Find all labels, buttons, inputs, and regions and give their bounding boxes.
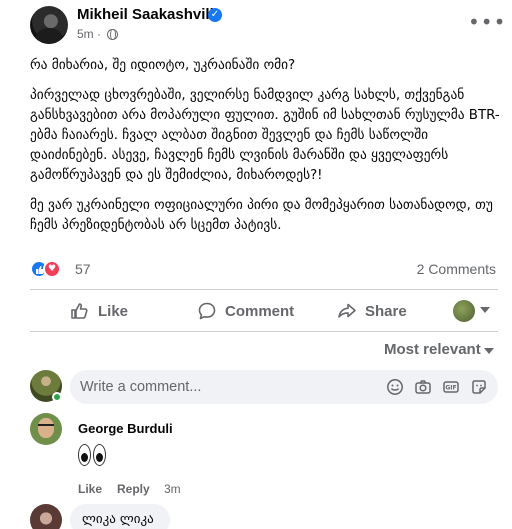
gif-icon[interactable]: GIF [442, 378, 460, 396]
post-paragraph: პირველად ცხოვრებაში, ველირსე ნამდვილ კარ… [30, 88, 500, 183]
avatar-face [38, 418, 54, 438]
comment-label: Comment [225, 302, 295, 320]
online-status-dot [52, 392, 62, 402]
comment-like-link[interactable]: Like [78, 482, 102, 496]
reaction-count[interactable]: 57 [75, 261, 91, 277]
reactions-bar: ♥ 57 2 Comments [30, 259, 500, 279]
comment-icon [198, 302, 216, 320]
more-options-icon[interactable]: ••• [468, 10, 506, 34]
svg-text:GIF: GIF [445, 385, 456, 392]
like-button[interactable]: Like [70, 293, 128, 329]
eye-emoji-icon [78, 444, 91, 466]
author-avatar[interactable] [30, 6, 68, 44]
post-text: რა მიხარია, შე იდიოტო, უკრაინაში ომი? პი… [30, 56, 500, 246]
share-button[interactable]: Share [337, 293, 407, 329]
commenter-avatar[interactable] [30, 504, 62, 529]
divider [30, 331, 498, 332]
verified-icon: ✓ [208, 8, 222, 22]
share-audience-avatar[interactable] [453, 300, 475, 322]
post-action-bar: Like Comment Share [30, 293, 498, 329]
comment-text: ლიკა ლიკა [82, 512, 154, 527]
comment-author[interactable]: George Burduli [78, 421, 173, 436]
globe-icon [107, 29, 118, 40]
avatar-glasses [38, 424, 54, 428]
sticker-icon[interactable] [470, 378, 488, 396]
share-icon [338, 303, 356, 318]
comment-content [78, 444, 108, 472]
comment-button[interactable]: Comment [197, 293, 294, 329]
chevron-down-icon[interactable] [480, 307, 490, 313]
chevron-down-icon[interactable] [484, 348, 494, 354]
emoji-icon[interactable] [386, 378, 404, 396]
post-paragraph: რა მიხარია, შე იდიოტო, უკრაინაში ომი? [30, 58, 296, 73]
comment-time[interactable]: 3m [164, 482, 181, 496]
post-header: Mikheil Saakashvili ✓ 5m · ••• [0, 0, 512, 50]
comment-bubble: ლიკა ლიკა [70, 504, 170, 529]
eye-emoji-icon [93, 444, 106, 466]
post-time[interactable]: 5m · [77, 27, 101, 41]
author-name[interactable]: Mikheil Saakashvili [77, 6, 214, 23]
love-reaction-icon[interactable]: ♥ [43, 260, 61, 278]
comment-reply-link[interactable]: Reply [117, 482, 150, 496]
comment-count[interactable]: 2 Comments [417, 261, 496, 277]
camera-icon[interactable] [414, 378, 432, 396]
like-icon [71, 303, 88, 319]
comment-input[interactable]: Write a comment... GIF [70, 370, 498, 404]
share-label: Share [365, 302, 407, 320]
comment-input-placeholder: Write a comment... [80, 379, 202, 395]
comment-sort-dropdown[interactable]: Most relevant [384, 341, 481, 358]
post-paragraph: მე ვარ უკრაინელი ოფიციალური პირი და მომე… [30, 198, 493, 233]
like-label: Like [98, 302, 129, 320]
divider [30, 289, 498, 290]
commenter-avatar[interactable] [30, 413, 62, 445]
